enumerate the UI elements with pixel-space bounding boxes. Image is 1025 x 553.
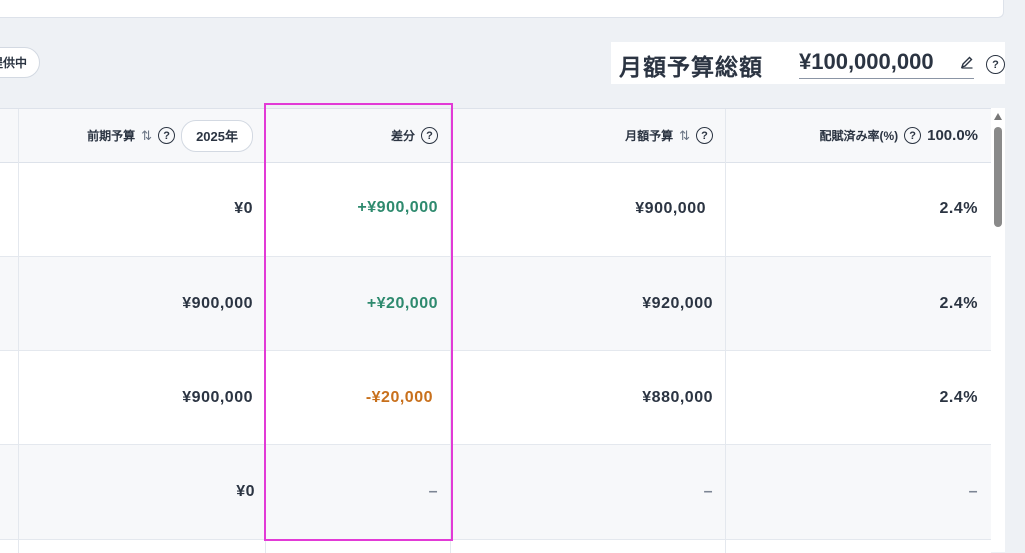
monthly-budget-cell: ¥900,000	[635, 200, 706, 217]
column-allocation-rate: 配賦済み率(%) ? 100.0%	[726, 109, 978, 162]
diff-cell: +¥900,000	[357, 199, 438, 216]
status-badge[interactable]: 提供中	[0, 47, 40, 78]
monthly-budget-total-panel: 月額予算総額 ¥100,000,000 ?	[611, 42, 1005, 84]
prev-budget-cell: ¥0	[234, 200, 253, 217]
monthly-budget-cell: ¥920,000	[642, 294, 713, 312]
allocation-rate-cell: –	[968, 483, 978, 500]
help-icon[interactable]: ?	[904, 127, 922, 144]
budget-total-input[interactable]: ¥100,000,000	[799, 48, 974, 79]
top-card	[0, 0, 1004, 18]
allocation-rate-cell: 2.4%	[939, 200, 978, 217]
prev-budget-cell: ¥900,000	[182, 388, 253, 406]
pencil-icon[interactable]	[960, 55, 974, 69]
sort-icon[interactable]: ⇅	[679, 128, 690, 144]
diff-cell: +¥20,000	[366, 294, 438, 312]
help-icon[interactable]: ?	[986, 55, 1005, 74]
year-selector[interactable]: 2025年	[181, 119, 253, 152]
scrollbar-thumb[interactable]	[994, 127, 1002, 227]
monthly-budget-cell: –	[703, 483, 713, 500]
scroll-up-arrow-icon[interactable]	[994, 113, 1002, 120]
budget-table: 前期予算 ⇅ ? 2025年 差分 ? 月額予算 ⇅ ? 配賦済み率(%) ? …	[0, 108, 991, 553]
column-monthly-budget: 月額予算 ⇅ ?	[451, 109, 713, 162]
diff-cell: –	[428, 483, 438, 500]
prev-budget-cell: ¥900,000	[182, 294, 253, 312]
prev-budget-cell: ¥0	[236, 483, 255, 500]
help-icon[interactable]: ?	[421, 127, 438, 144]
prev-budget-header-label: 前期予算	[87, 129, 136, 143]
allocation-rate-cell: 2.4%	[939, 294, 978, 312]
monthly-header-label: 月額予算	[625, 129, 674, 143]
budget-total-label: 月額予算総額	[619, 54, 763, 80]
allocation-rate-cell: 2.4%	[939, 388, 978, 406]
rate-total-value: 100.0%	[927, 127, 978, 144]
help-icon[interactable]: ?	[696, 127, 713, 144]
diff-cell: -¥20,000	[365, 388, 433, 406]
sort-icon[interactable]: ⇅	[141, 128, 152, 144]
column-prev-budget: 前期予算 ⇅ ? 2025年	[19, 109, 253, 162]
monthly-budget-cell: ¥880,000	[642, 388, 713, 406]
help-icon[interactable]: ?	[158, 127, 176, 144]
table-header: 前期予算 ⇅ ? 2025年 差分 ? 月額予算 ⇅ ? 配賦済み率(%) ? …	[0, 109, 991, 163]
rate-header-label: 配賦済み率(%)	[819, 129, 899, 143]
budget-total-value: ¥100,000,000	[799, 49, 934, 74]
status-label: 提供中	[0, 56, 27, 70]
column-diff: 差分 ?	[266, 109, 438, 162]
diff-header-label: 差分	[390, 129, 415, 143]
